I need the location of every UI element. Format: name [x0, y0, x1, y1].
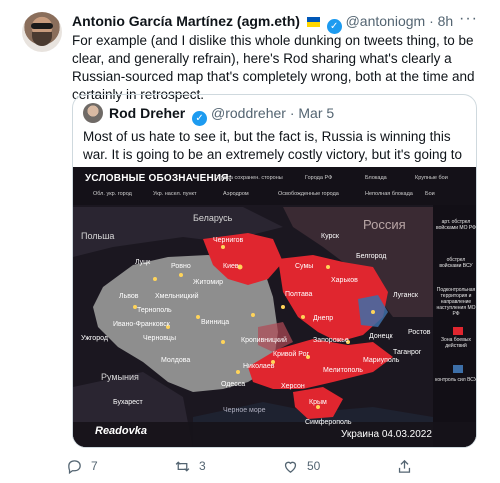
legend-item: Блокада [365, 175, 387, 181]
quoted-tweet-header: Rod Dreher ✓ @roddreher · Mar 5 [109, 104, 334, 126]
reply-count: 7 [91, 459, 98, 473]
map-label-uzhgorod: Ужгород [81, 335, 108, 342]
retweet-button[interactable]: 3 [174, 456, 206, 476]
map-label-taganrog: Таганрог [393, 349, 422, 356]
map-label-mariupol: Мариуполь [363, 357, 400, 364]
map-image[interactable]: УСЛОВНЫЕ ОБОЗНАЧЕНИЯ: Города сохранен. с… [73, 167, 477, 447]
map-label-moldova: Молдова [161, 357, 191, 364]
map-legend-title: УСЛОВНЫЕ ОБОЗНАЧЕНИЯ: [85, 173, 233, 184]
tweet-header: Antonio García Martínez (agm.eth) ✓ @ant… [72, 12, 453, 34]
map-label-kherson: Херсон [281, 383, 305, 390]
map-label-zhitomir: Житомир [193, 279, 224, 286]
map-label-zaporozhye: Запорожье [313, 337, 349, 344]
legend-item: Обл. укр. город [93, 191, 132, 197]
quoted-tweet[interactable]: Rod Dreher ✓ @roddreher · Mar 5 Most of … [72, 94, 477, 448]
map-label-ternopol: Тернополь [137, 307, 172, 314]
legend-item: Освобожденные города [278, 191, 339, 197]
map-label-bucharest: Бухарест [113, 399, 143, 406]
map-label-lutsk: Луцк [135, 259, 151, 266]
map-label-belarus: Беларусь [193, 213, 233, 223]
map-label-ivano-frankovsk: Ивано-Франковск [113, 321, 170, 328]
legend-item: Неполная блокада [365, 191, 413, 197]
separator-dot: · [289, 105, 295, 121]
quoted-tweet-time[interactable]: Mar 5 [298, 105, 334, 121]
verified-badge-icon: ✓ [192, 111, 208, 126]
tweet-actions: 7 3 50 [66, 456, 426, 476]
map-sidebar [433, 205, 476, 447]
ukraine-flag-icon [306, 17, 320, 27]
reply-button[interactable]: 7 [66, 456, 98, 476]
legend-item: Крупные бои [415, 175, 448, 181]
map-label-odessa: Одесса [221, 381, 246, 388]
map-sidebar-item: обстрел войсками ВСУ [439, 257, 473, 269]
map-label-krivoy-rog: Кривой Рог [273, 351, 310, 358]
share-button[interactable] [396, 456, 413, 476]
reply-icon [68, 459, 81, 474]
author-name[interactable]: Antonio García Martínez (agm.eth) [72, 13, 300, 29]
map-sidebar-item: арт. обстрел войсками МО РФ [436, 219, 476, 231]
map-label-chernigov: Чернигов [213, 237, 244, 244]
tweet-time[interactable]: 8h [438, 13, 454, 29]
legend-item: Укр. насел. пункт [153, 191, 197, 197]
share-icon [398, 459, 411, 473]
map-sidebar-item: Зона боевых действий [441, 337, 471, 349]
map-sidebar-item: контроль сил ВСУ [435, 377, 477, 383]
map-label-krym: Крым [309, 399, 327, 406]
quoted-author-name[interactable]: Rod Dreher [109, 105, 185, 121]
map-label-rostov: Ростов [408, 329, 431, 336]
quoted-author-avatar[interactable] [83, 103, 103, 123]
map-label-belgorod: Белгород [356, 253, 387, 260]
map-label-khmelnitsky: Хмельницкий [155, 293, 199, 300]
author-handle[interactable]: @antoniogm [346, 13, 426, 29]
map-label-kharkov: Харьков [331, 277, 358, 284]
retweet-count: 3 [199, 459, 206, 473]
quoted-author-handle[interactable]: @roddreher [211, 105, 286, 121]
author-avatar[interactable] [22, 12, 62, 52]
map-label-dnepr: Днепр [313, 315, 334, 322]
map-label-nikolaev: Николаев [243, 363, 275, 370]
beard [32, 32, 52, 46]
map-label-donetsk: Донецк [369, 333, 393, 340]
map-label-kropivnitsky: Кропивницкий [241, 337, 287, 344]
legend-item: Города сохранен. стороны [215, 175, 283, 181]
legend-item: Аэродром [223, 191, 249, 197]
map-date: Украина 04.03.2022 [341, 429, 432, 440]
retweet-icon [175, 460, 190, 472]
map-label-melitopol: Мелитополь [323, 367, 363, 374]
sunglasses [31, 23, 53, 29]
map-label-kursk: Курск [321, 233, 339, 240]
map-sidebar-item: Подконтрольная территория и направление … [436, 287, 476, 317]
like-button[interactable]: 50 [282, 456, 320, 476]
like-count: 50 [307, 459, 321, 473]
map-label-poland: Польша [81, 231, 115, 241]
map-label-kiev: Киев [223, 263, 239, 270]
map-brand-logo: Readovka [95, 425, 147, 437]
legend-item: Бои [425, 191, 435, 197]
map-label-lugansk: Луганск [393, 292, 418, 299]
heart-icon [284, 461, 297, 473]
map-label-chernovtsy: Черновцы [143, 335, 176, 342]
map-label-poltava: Полтава [285, 291, 313, 298]
separator-dot: · [429, 13, 434, 29]
legend-item: Города РФ [305, 175, 333, 181]
map-label-sumy: Сумы [295, 263, 314, 270]
map-label-black-sea: Черное море [223, 407, 266, 414]
map-label-simferopol: Симферополь [305, 419, 352, 426]
map-label-russia: Россия [363, 217, 406, 232]
tweet[interactable]: Antonio García Martínez (agm.eth) ✓ @ant… [0, 0, 500, 483]
map-label-romania: Румыния [101, 372, 139, 382]
map-label-rovno: Ровно [171, 263, 191, 270]
map-label-vinnitsa: Винница [201, 319, 230, 326]
more-options-icon[interactable]: ··· [459, 10, 478, 28]
map-label-lvov: Львов [119, 293, 139, 300]
